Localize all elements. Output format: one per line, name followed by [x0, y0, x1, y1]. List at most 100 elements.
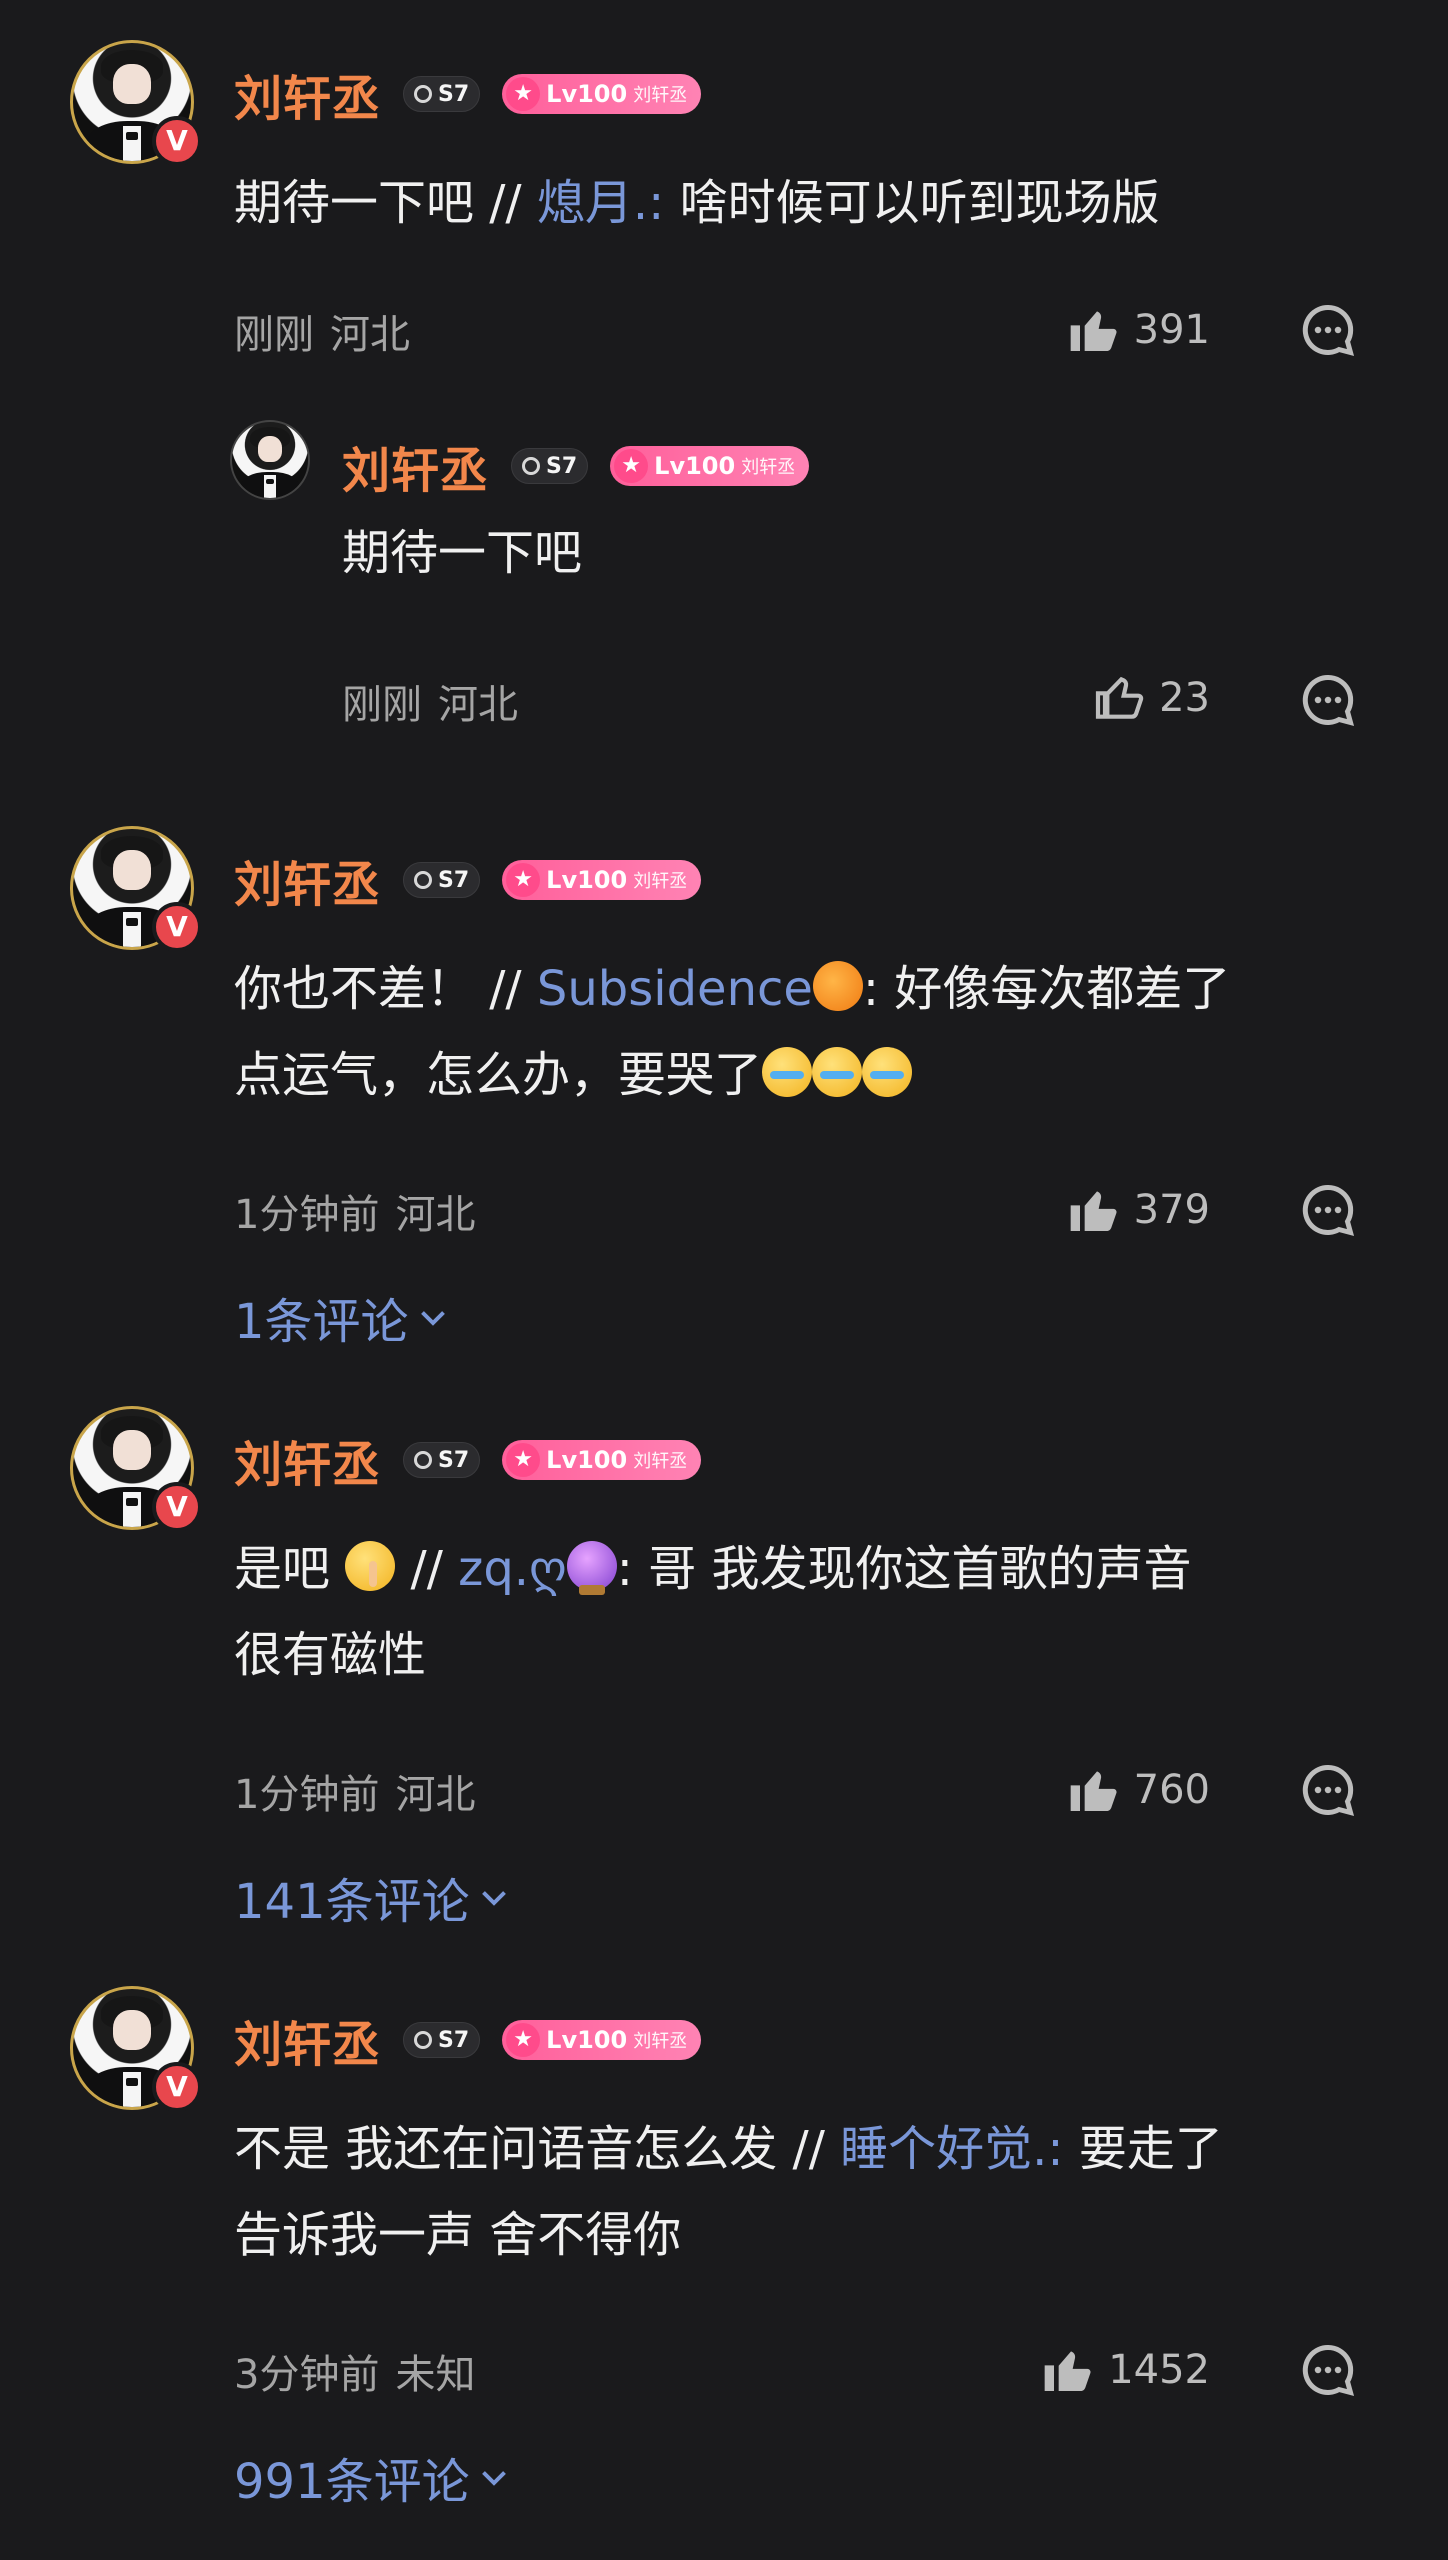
verified-badge-icon: V	[152, 1482, 202, 1532]
comment-prefix: 是吧	[234, 1541, 346, 1597]
medal-icon	[414, 871, 433, 889]
user-name[interactable]: 刘轩丞	[234, 845, 381, 915]
comment-bubble-icon[interactable]	[1298, 300, 1358, 360]
reply-avatar[interactable]	[230, 420, 310, 500]
avatar[interactable]: V	[70, 1406, 202, 1536]
like-count: 23	[1159, 675, 1210, 721]
level-badge: ★ Lv100 刘轩丞	[502, 1440, 702, 1480]
medal-icon	[414, 85, 433, 103]
comment-item: V 刘轩丞 S7 ★ Lv100 刘轩丞 是吧 // zq.ღ : 哥 我发现你这…	[0, 1406, 1448, 1946]
medal-icon	[522, 457, 541, 475]
comment-time: 1分钟前	[234, 1192, 380, 1238]
view-replies-link[interactable]: 141条评论	[234, 1862, 512, 1932]
quoted-text-line-2: 告诉我一声 舍不得你	[234, 2207, 682, 2263]
quoted-user-link[interactable]: zq.ღ	[458, 1541, 617, 1597]
comment-text: 期待一下吧 // 熄月.: 啥时候可以听到现场版	[234, 160, 1374, 246]
quote-separator: //	[395, 1541, 459, 1597]
user-name[interactable]: 刘轩丞	[234, 1425, 381, 1495]
rank-badge: S7	[403, 862, 481, 898]
rank-label: S7	[438, 81, 470, 107]
verified-badge-icon: V	[152, 116, 202, 166]
crying-emoji-icon	[762, 1047, 813, 1097]
user-name[interactable]: 刘轩丞	[234, 59, 381, 129]
crystal-ball-emoji-icon	[566, 1541, 617, 1595]
comment-item: V 刘轩丞 S7 ★ Lv100 刘轩丞 不是 我还在问语音怎么发 // 睡个好…	[0, 1986, 1448, 2526]
reply-text: 期待一下吧	[342, 525, 583, 581]
comment-item: V 刘轩丞 S7 ★ Lv100 刘轩丞 你也不差！ // Subsidence…	[0, 826, 1448, 1366]
comment-location: 河北	[395, 1772, 476, 1818]
medal-icon	[414, 2031, 433, 2049]
quoted-user-name: Subsidence	[536, 961, 813, 1017]
like-count: 379	[1133, 1187, 1210, 1233]
level-owner-label: 刘轩丞	[633, 1451, 688, 1472]
like-button[interactable]: 23	[1091, 670, 1210, 726]
chevron-down-icon	[481, 1891, 506, 1906]
comment-location: 河北	[330, 312, 410, 358]
star-icon: ★	[614, 449, 649, 483]
rank-badge: S7	[403, 76, 481, 112]
user-header: 刘轩丞 S7 ★ Lv100 刘轩丞	[234, 64, 702, 127]
medal-icon	[414, 1451, 433, 1469]
avatar[interactable]: V	[70, 826, 202, 956]
shushing-emoji-icon	[345, 1541, 396, 1591]
view-replies-link[interactable]: 1条评论	[234, 1282, 451, 1352]
thumbs-up-icon	[1070, 311, 1117, 351]
thumbs-up-icon	[1070, 1771, 1117, 1811]
chevron-down-icon	[481, 2471, 506, 2486]
view-replies-link[interactable]: 991条评论	[234, 2442, 512, 2512]
like-count: 391	[1133, 307, 1210, 353]
quoted-text-line-1: 要走了	[1063, 2121, 1223, 2177]
avatar[interactable]: V	[70, 40, 202, 170]
quoted-text: 啥时候可以听到现场版	[664, 175, 1160, 231]
comment-time: 刚刚	[234, 312, 314, 358]
comment-meta: 1分钟前 河北	[234, 1762, 475, 1820]
comment-bubble-icon[interactable]	[1298, 2340, 1358, 2400]
comment-meta: 3分钟前 未知	[234, 2342, 475, 2400]
level-badge: ★ Lv100 刘轩丞	[502, 74, 702, 114]
thumbs-up-icon	[1095, 676, 1144, 719]
comment-location: 河北	[395, 1192, 476, 1238]
thumbs-up-icon	[1070, 1191, 1117, 1231]
level-badge: ★ Lv100 刘轩丞	[502, 2020, 702, 2060]
quoted-user-link[interactable]: Subsidence	[537, 961, 863, 1017]
quoted-user-link[interactable]: 熄月.:	[537, 175, 664, 231]
like-button[interactable]: 1452	[1040, 2342, 1210, 2398]
comment-meta: 刚刚 河北	[234, 302, 410, 360]
comment-prefix: 你也不差！ //	[234, 961, 537, 1017]
user-name[interactable]: 刘轩丞	[342, 431, 489, 501]
quoted-text-line-1: : 哥 我发现你这首歌的声音	[616, 1541, 1192, 1597]
comment-text: 是吧 // zq.ღ : 哥 我发现你这首歌的声音 很有磁性	[234, 1526, 1374, 1698]
user-header: 刘轩丞 S7 ★ Lv100 刘轩丞	[234, 850, 702, 913]
avatar[interactable]: V	[70, 1986, 202, 2116]
like-count: 1452	[1108, 2347, 1210, 2393]
comment-feed: { "comments": [ { "user": {"name": "刘轩丞"…	[0, 0, 1448, 2560]
star-icon: ★	[506, 77, 541, 111]
like-button[interactable]: 760	[1066, 1762, 1210, 1818]
like-button[interactable]: 391	[1066, 302, 1210, 358]
comment-prefix: 不是 我还在问语音怎么发 //	[234, 2121, 841, 2177]
comment-bubble-icon[interactable]	[1298, 1760, 1358, 1820]
quoted-user-link[interactable]: 睡个好觉.:	[840, 2121, 1063, 2177]
level-badge: ★ Lv100 刘轩丞	[502, 860, 702, 900]
quoted-user-name: zq.ღ	[458, 1541, 567, 1597]
level-label: Lv100	[546, 866, 628, 894]
avatar-image	[230, 420, 310, 500]
comment-bubble-icon[interactable]	[1298, 670, 1358, 730]
comment-location: 河北	[438, 682, 518, 728]
comment-location: 未知	[395, 2352, 476, 2398]
quoted-text-line-2: 点运气，怎么办，要哭了	[234, 1047, 763, 1103]
comment-bubble-icon[interactable]	[1298, 1180, 1358, 1240]
quoted-text-line-2: 很有磁性	[234, 1627, 427, 1683]
level-label: Lv100	[546, 2026, 628, 2054]
user-header: 刘轩丞 S7 ★ Lv100 刘轩丞	[342, 436, 810, 499]
user-header: 刘轩丞 S7 ★ Lv100 刘轩丞	[234, 1430, 702, 1493]
thumbs-up-icon	[1044, 2351, 1091, 2391]
comment-meta: 1分钟前 河北	[234, 1182, 475, 1240]
comment-time: 1分钟前	[234, 1772, 380, 1818]
star-icon: ★	[506, 863, 541, 897]
comment-prefix: 期待一下吧 //	[234, 175, 537, 231]
user-name[interactable]: 刘轩丞	[234, 2005, 381, 2075]
level-owner-label: 刘轩丞	[633, 85, 688, 106]
orange-emoji-icon	[812, 961, 863, 1011]
like-button[interactable]: 379	[1066, 1182, 1210, 1238]
